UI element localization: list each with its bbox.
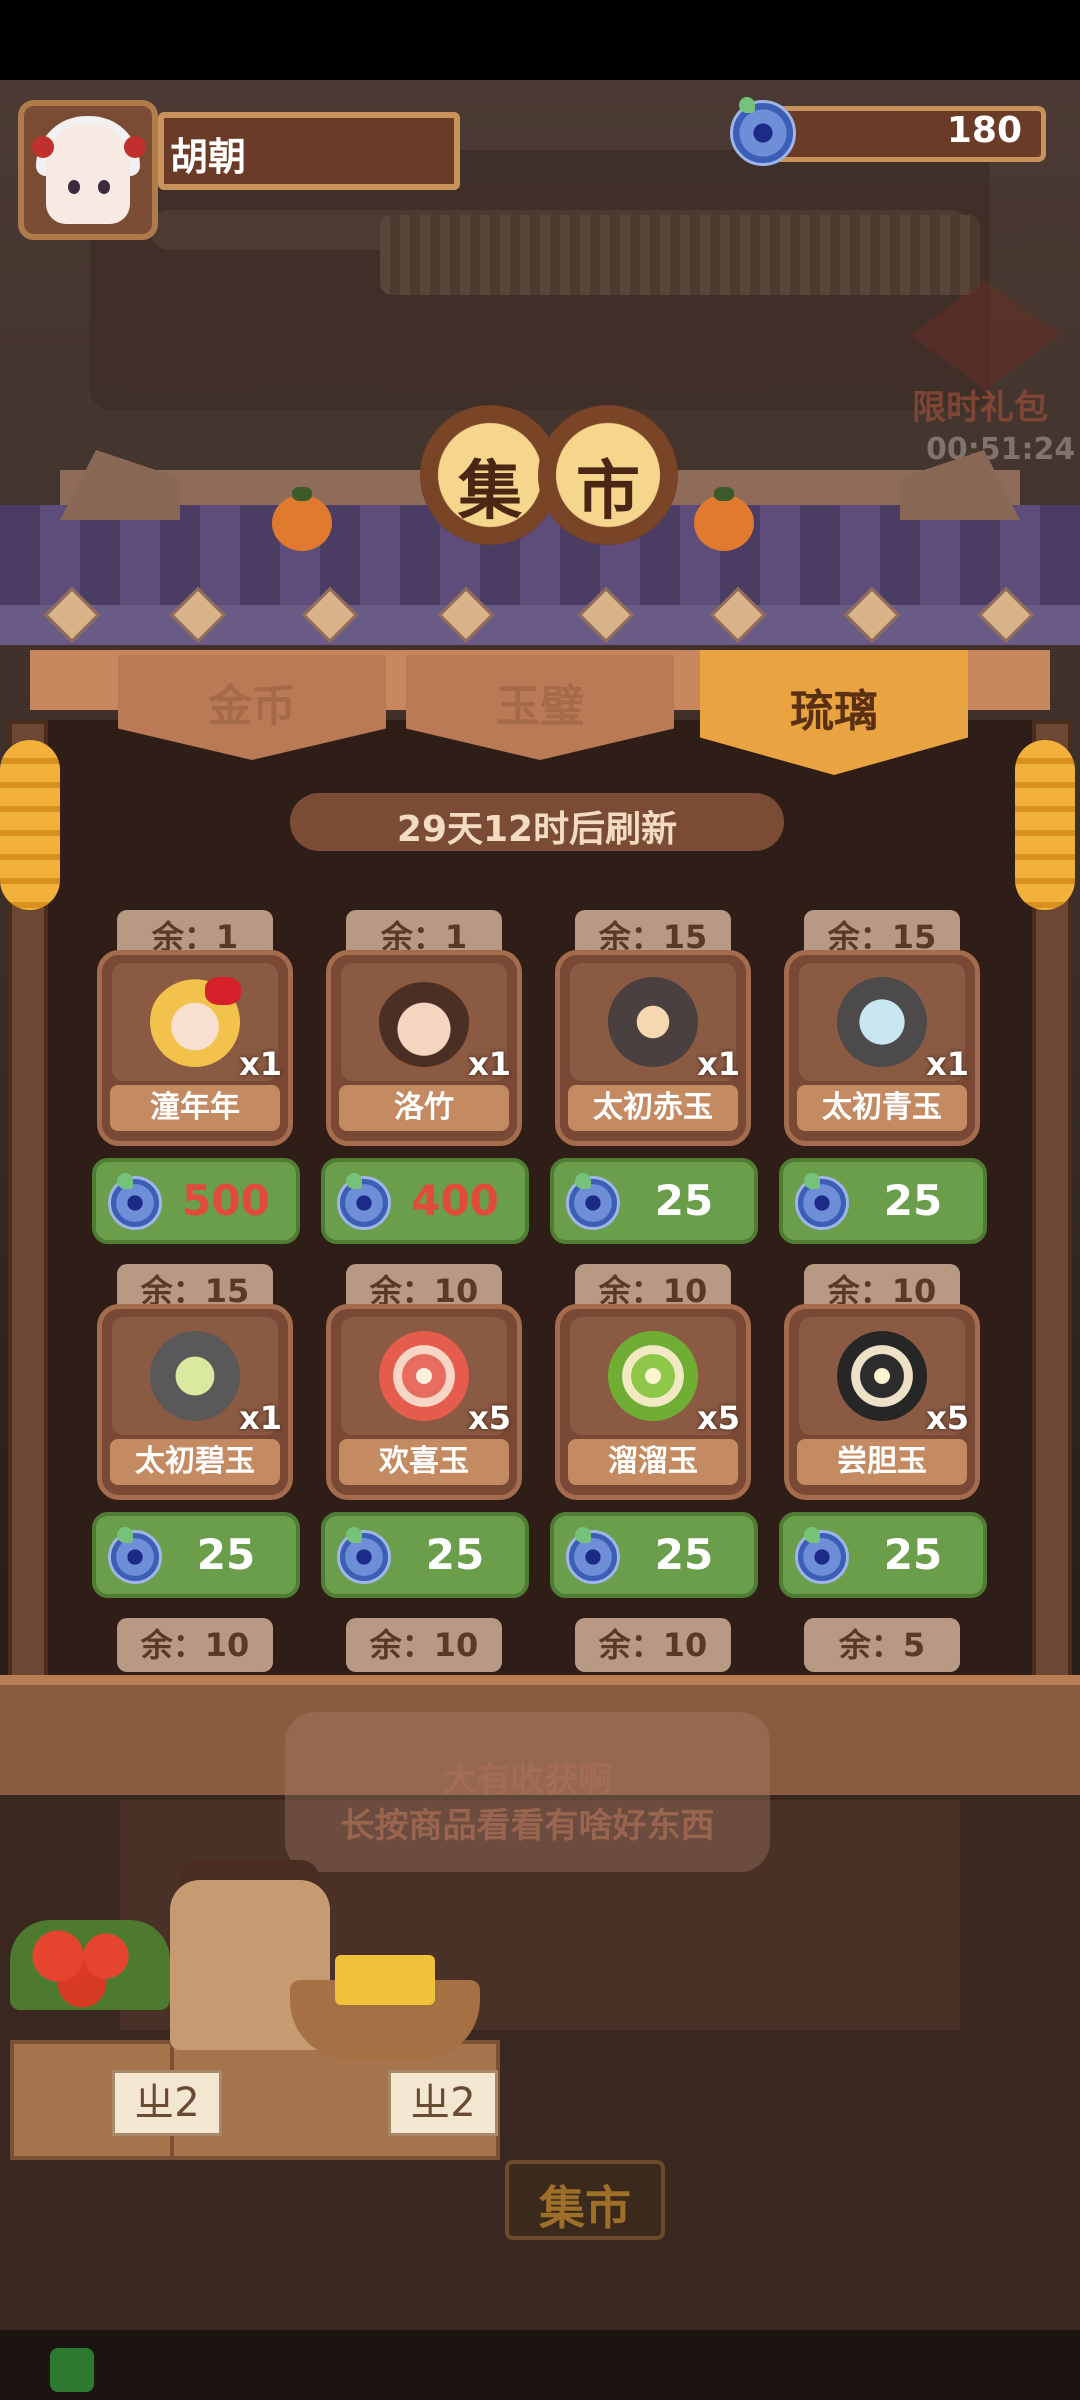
player-name: 胡朝 bbox=[170, 135, 247, 179]
character-tongniannian-icon bbox=[150, 977, 241, 1067]
green-indicator[interactable] bbox=[50, 2348, 94, 2392]
item-qty: x5 bbox=[468, 1399, 511, 1437]
corn-decoration bbox=[1015, 740, 1075, 910]
blue-jade-coin-icon bbox=[337, 1173, 391, 1230]
tomato-basket bbox=[10, 1920, 170, 2010]
character-luozhu-icon bbox=[379, 977, 469, 1067]
blue-jade-stone-icon bbox=[837, 977, 927, 1067]
item-price: 25 bbox=[883, 1176, 943, 1225]
buy-button[interactable]: 25 bbox=[550, 1512, 758, 1598]
blue-jade-coin-icon bbox=[795, 1527, 849, 1584]
roof-edge bbox=[0, 605, 1080, 645]
joy-jade-icon bbox=[379, 1331, 469, 1421]
item-name: 尝胆玉 bbox=[797, 1439, 967, 1485]
corn-decoration bbox=[0, 740, 60, 910]
persimmon-decoration bbox=[272, 487, 332, 551]
shop-item-card[interactable]: x1 洛竹 bbox=[326, 950, 522, 1146]
avatar-bow-right bbox=[124, 136, 146, 158]
item-qty: x5 bbox=[926, 1399, 969, 1437]
tab-jade-bi-label[interactable]: 玉璧 bbox=[406, 670, 674, 734]
shop-item-card[interactable]: x5 尝胆玉 bbox=[784, 1304, 980, 1500]
item-qty: x1 bbox=[468, 1045, 511, 1083]
shop-item-card[interactable]: x5 欢喜玉 bbox=[326, 1304, 522, 1500]
stock-label: 余：10 bbox=[346, 1618, 502, 1672]
bile-jade-icon bbox=[837, 1331, 927, 1421]
item-price: 25 bbox=[654, 1530, 714, 1579]
buy-button[interactable]: 500 bbox=[92, 1158, 300, 1244]
blue-jade-coin-icon bbox=[730, 97, 796, 166]
item-price: 25 bbox=[883, 1530, 943, 1579]
buy-button[interactable]: 25 bbox=[550, 1158, 758, 1244]
limited-gift-label[interactable]: 限时礼包 bbox=[912, 380, 1048, 429]
shop-item-card[interactable]: x5 溜溜玉 bbox=[555, 1304, 751, 1500]
blue-jade-coin-icon bbox=[566, 1527, 620, 1584]
item-qty: x1 bbox=[697, 1045, 740, 1083]
player-avatar[interactable] bbox=[18, 100, 158, 240]
market-signboard-text: 集市 bbox=[539, 2181, 631, 2235]
stock-label: 余：5 bbox=[804, 1618, 960, 1672]
blue-jade-coin-icon bbox=[337, 1527, 391, 1584]
item-name: 欢喜玉 bbox=[339, 1439, 509, 1485]
item-name: 太初赤玉 bbox=[568, 1085, 738, 1131]
sign-char-shi: 市 bbox=[576, 455, 640, 529]
shop-item-card[interactable]: x1 潼年年 bbox=[97, 950, 293, 1146]
blue-jade-coin-icon bbox=[795, 1173, 849, 1230]
avatar-eye-left bbox=[68, 180, 80, 194]
shop-item-card[interactable]: x1 太初青玉 bbox=[784, 950, 980, 1146]
item-name: 太初青玉 bbox=[797, 1085, 967, 1131]
item-price: 25 bbox=[654, 1176, 714, 1225]
hint-line-1: 大有收获啊 bbox=[442, 1760, 613, 1800]
hint-line-2: 长按商品看看有啥好东西 bbox=[340, 1806, 715, 1846]
buy-button[interactable]: 25 bbox=[779, 1512, 987, 1598]
item-price: 500 bbox=[182, 1176, 270, 1225]
tab-glaze-label[interactable]: 琉璃 bbox=[700, 675, 968, 739]
stock-label: 余：10 bbox=[117, 1618, 273, 1672]
buy-button[interactable]: 25 bbox=[92, 1512, 300, 1598]
item-qty: x1 bbox=[239, 1045, 282, 1083]
item-name: 溜溜玉 bbox=[568, 1439, 738, 1485]
bottom-bar bbox=[0, 2330, 1080, 2400]
item-price: 25 bbox=[196, 1530, 256, 1579]
shop-item-card[interactable]: x1 太初赤玉 bbox=[555, 950, 751, 1146]
blue-jade-coin-icon bbox=[108, 1527, 162, 1584]
buy-button[interactable]: 25 bbox=[779, 1158, 987, 1244]
currency-amount: 180 bbox=[946, 110, 1022, 151]
butter-block bbox=[335, 1955, 435, 2005]
buy-button[interactable]: 25 bbox=[321, 1512, 529, 1598]
item-price: 25 bbox=[425, 1530, 485, 1579]
item-qty: x1 bbox=[239, 1399, 282, 1437]
red-jade-stone-icon bbox=[608, 977, 698, 1067]
price-tag: ㄓ2 bbox=[388, 2070, 498, 2136]
blue-jade-coin-icon bbox=[566, 1173, 620, 1230]
buy-button[interactable]: 400 bbox=[321, 1158, 529, 1244]
shop-item-card[interactable]: x1 太初碧玉 bbox=[97, 1304, 293, 1500]
avatar-eye-right bbox=[98, 180, 110, 194]
avatar-bow-left bbox=[32, 136, 54, 158]
item-name: 太初碧玉 bbox=[110, 1439, 280, 1485]
background-shelf bbox=[380, 215, 980, 295]
item-qty: x1 bbox=[926, 1045, 969, 1083]
item-name: 潼年年 bbox=[110, 1085, 280, 1131]
blue-jade-coin-icon bbox=[108, 1173, 162, 1230]
tab-gold-label[interactable]: 金币 bbox=[118, 670, 386, 734]
stock-label: 余：10 bbox=[575, 1618, 731, 1672]
item-name: 洛竹 bbox=[339, 1085, 509, 1131]
item-price: 400 bbox=[411, 1176, 499, 1225]
item-qty: x5 bbox=[697, 1399, 740, 1437]
swirl-jade-icon bbox=[608, 1331, 698, 1421]
avatar-face bbox=[46, 124, 130, 224]
gift-timer: 00:51:24 bbox=[926, 432, 1076, 467]
refresh-timer-text: 29天12时后刷新 bbox=[396, 809, 678, 850]
price-tag: ㄓ2 bbox=[112, 2070, 222, 2136]
persimmon-decoration bbox=[694, 487, 754, 551]
green-jade-stone-icon bbox=[150, 1331, 240, 1421]
